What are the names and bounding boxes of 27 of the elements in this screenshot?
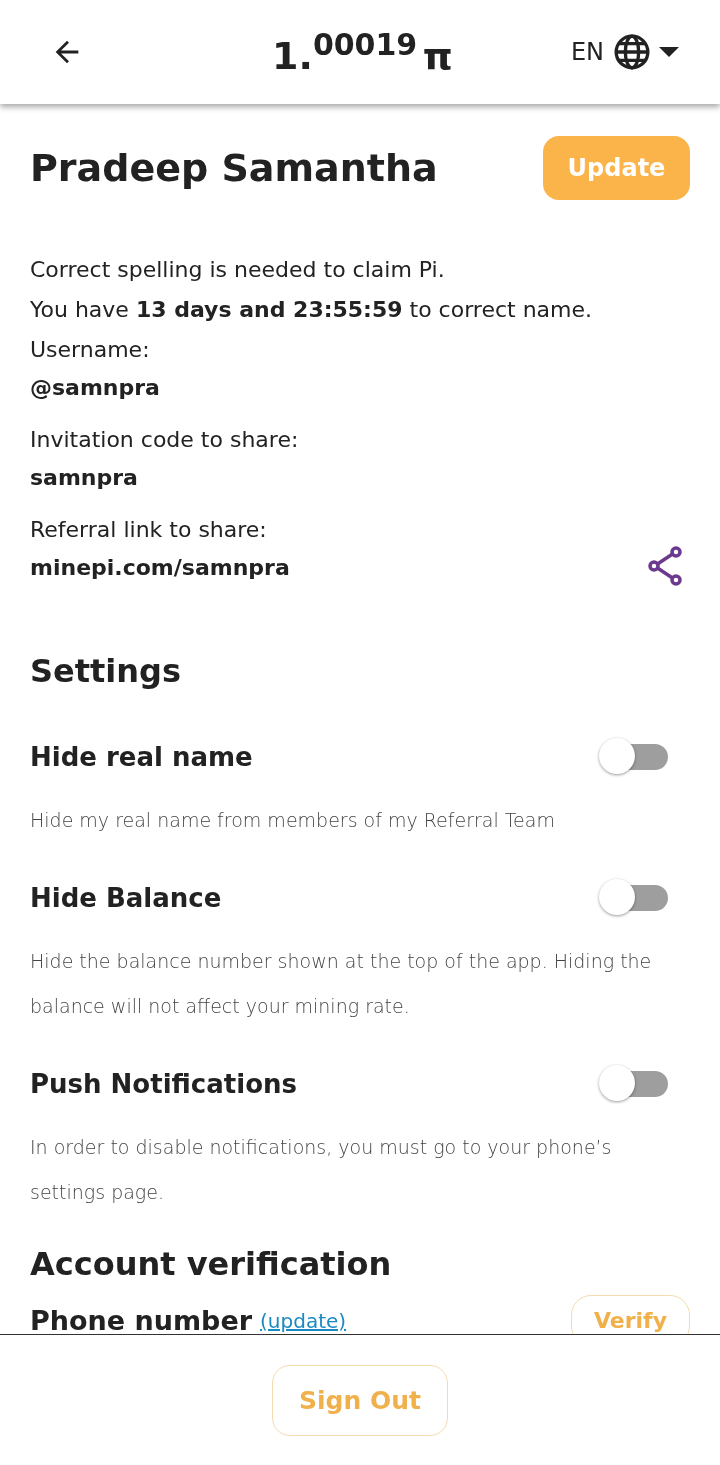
- caret-icon[interactable]: [658, 46, 680, 58]
- setting-description: Hide my real name from members of my Referral Team: [30, 808, 556, 833]
- field-value: samnpra: [30, 464, 139, 492]
- field-value: @samnpra: [30, 374, 160, 402]
- field-label: Invitation code to share:: [30, 426, 299, 454]
- setting-description: Hide the balance number shown at the top of the app. Hiding the balance will not affect your mining rate.: [30, 949, 653, 1019]
- notice-text: You have 13 days and 23:55:59 to correct name.: [30, 296, 594, 324]
- update-link[interactable]: (update): [260, 1308, 347, 1333]
- field-label: Referral link to share:: [30, 516, 268, 544]
- setting-label: Hide Balance: [30, 883, 222, 913]
- profile-name: Pradeep Samantha: [30, 146, 438, 190]
- phone-label: Phone number: [30, 1305, 253, 1334]
- balance: 1.$^{00019}$ π: [271, 26, 454, 78]
- section-title: Settings: [30, 652, 183, 690]
- section-title: Account verification: [30, 1245, 393, 1283]
- field-value: minepi.com/samnpra: [30, 554, 290, 582]
- sign-out-button[interactable]: Sign Out: [272, 1365, 448, 1436]
- field-label: Username:: [30, 336, 151, 364]
- notice-text: Correct spelling is needed to claim Pi.: [30, 256, 446, 284]
- share-icon[interactable]: [648, 546, 684, 586]
- update-button[interactable]: Update: [543, 136, 690, 200]
- language-code[interactable]: EN: [570, 38, 604, 66]
- setting-description: In order to disable notifications, you must go to your phone’s settings page.: [30, 1135, 613, 1205]
- setting-label: Push Notifications: [30, 1069, 297, 1099]
- globe-icon[interactable]: [612, 32, 652, 72]
- verify-button[interactable]: Verify: [570, 1295, 690, 1334]
- setting-label: Hide real name: [30, 742, 253, 772]
